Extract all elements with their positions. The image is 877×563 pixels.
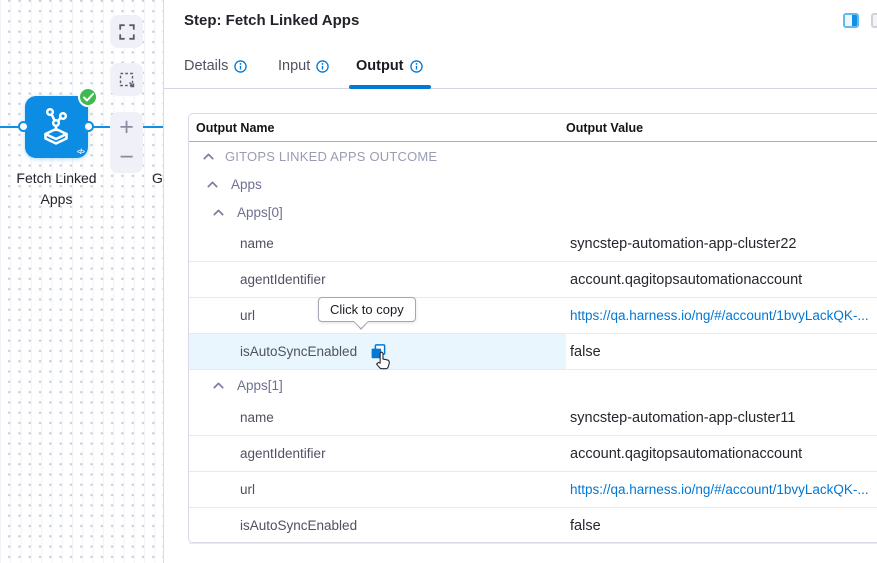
- fullscreen-icon: [118, 23, 135, 40]
- tabs-bottom-border: [164, 88, 877, 89]
- table-row: agentIdentifier account.qagitopsautomati…: [189, 262, 877, 298]
- output-key[interactable]: agentIdentifier: [189, 436, 566, 471]
- output-key[interactable]: agentIdentifier: [189, 262, 566, 297]
- output-table: Output Name Output Value GITOPS LINKED A…: [188, 113, 877, 544]
- copy-to-clipboard-button[interactable]: [371, 344, 390, 370]
- table-row: isAutoSyncEnabled false: [189, 508, 877, 544]
- tab-details[interactable]: Details: [184, 58, 248, 74]
- tree-row-apps[interactable]: Apps: [189, 170, 877, 198]
- tree-row-apps1[interactable]: Apps[1]: [189, 370, 877, 400]
- output-value-link[interactable]: https://qa.harness.io/ng/#/account/1bvyL…: [566, 472, 877, 507]
- zoom-in-button[interactable]: +: [110, 112, 143, 143]
- step-details-panel: Step: Fetch Linked Apps Details Input Ou…: [164, 0, 877, 563]
- column-output-value: Output Value: [566, 120, 644, 135]
- fullscreen-button[interactable]: [110, 15, 143, 48]
- panel-divider: [163, 0, 164, 563]
- success-check-icon: [78, 87, 98, 107]
- output-value: account.qagitopsautomationaccount: [570, 445, 803, 462]
- output-key[interactable]: isAutoSyncEnabled: [189, 508, 566, 543]
- tree-row-outcome[interactable]: GITOPS LINKED APPS OUTCOME: [189, 142, 877, 170]
- tab-input[interactable]: Input: [278, 58, 329, 74]
- table-row: url https://qa.harness.io/ng/#/account/1…: [189, 298, 877, 334]
- info-icon[interactable]: [234, 59, 248, 73]
- zoom-controls: + −: [110, 112, 143, 173]
- table-row-hovered: isAutoSyncEnabled false: [189, 334, 877, 370]
- table-header-row: Output Name Output Value: [189, 114, 877, 142]
- copy-tooltip: Click to copy: [318, 297, 416, 330]
- output-key-label: isAutoSyncEnabled: [240, 344, 358, 359]
- output-value: syncstep-automation-app-cluster22: [570, 235, 797, 252]
- output-key[interactable]: isAutoSyncEnabled: [189, 334, 566, 370]
- chevron-up-icon[interactable]: [203, 153, 214, 160]
- gitops-app-icon: [44, 107, 68, 145]
- node-label: Fetch Linked Apps: [16, 170, 97, 207]
- tab-output[interactable]: Output: [356, 58, 423, 74]
- table-row: url https://qa.harness.io/ng/#/account/1…: [189, 472, 877, 508]
- chevron-up-icon[interactable]: [213, 382, 224, 389]
- code-glyph: </>: [76, 149, 85, 156]
- output-key[interactable]: name: [189, 400, 566, 435]
- column-output-name: Output Name: [196, 120, 275, 135]
- info-icon[interactable]: [316, 59, 329, 73]
- chevron-up-icon[interactable]: [207, 181, 218, 188]
- output-key[interactable]: url: [189, 472, 566, 507]
- panel-expand-icon[interactable]: [871, 13, 877, 28]
- table-row: name syncstep-automation-app-cluster22: [189, 226, 877, 262]
- chevron-up-icon[interactable]: [213, 209, 224, 216]
- marquee-selection-icon: [119, 72, 134, 87]
- pipeline-canvas[interactable]: </> Fetch Linked Apps G + −: [0, 0, 163, 563]
- panel-title: Step: Fetch Linked Apps: [184, 12, 360, 29]
- output-value: account.qagitopsautomationaccount: [570, 271, 803, 288]
- tree-label: GITOPS LINKED APPS OUTCOME: [225, 148, 438, 164]
- info-icon[interactable]: [409, 59, 423, 73]
- hand-pointer-cursor: [375, 351, 394, 375]
- tree-label: Apps[1]: [237, 377, 283, 393]
- node-in-port[interactable]: [18, 121, 29, 132]
- output-key[interactable]: name: [189, 226, 566, 261]
- output-value-link[interactable]: https://qa.harness.io/ng/#/account/1bvyL…: [566, 298, 877, 333]
- tree-row-apps0[interactable]: Apps[0]: [189, 198, 877, 226]
- table-row: agentIdentifier account.qagitopsautomati…: [189, 436, 877, 472]
- select-region-button[interactable]: [110, 63, 143, 96]
- panel-layout-toggle-icon[interactable]: [843, 13, 859, 28]
- output-value: false: [570, 343, 601, 360]
- node-out-port[interactable]: [83, 121, 94, 132]
- tab-input-label: Input: [278, 58, 311, 74]
- active-tab-indicator: [349, 85, 431, 89]
- tree-label: Apps: [231, 176, 262, 192]
- output-value: false: [570, 517, 601, 534]
- tree-label: Apps[0]: [237, 204, 283, 220]
- output-value: syncstep-automation-app-cluster11: [570, 409, 796, 426]
- zoom-out-button[interactable]: −: [110, 143, 143, 174]
- tab-details-label: Details: [184, 58, 229, 74]
- table-row: name syncstep-automation-app-cluster11: [189, 400, 877, 436]
- step-node-fetch-linked-apps[interactable]: </>: [25, 87, 98, 158]
- next-node-label-partial: G: [152, 170, 163, 186]
- tab-output-label: Output: [356, 58, 404, 74]
